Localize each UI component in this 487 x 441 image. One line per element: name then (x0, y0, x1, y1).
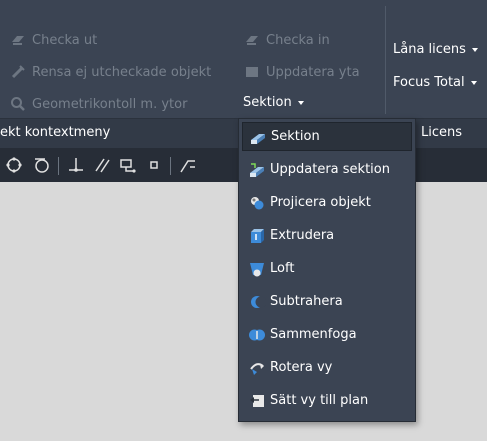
focus-total-label: Focus Total (393, 74, 465, 90)
subtract-icon (248, 293, 266, 311)
toolbar-separator (170, 157, 171, 175)
ribbon: Checka ut Rensa ej utcheckade objekt Geo… (0, 0, 487, 118)
borrow-license-dropdown[interactable]: Låna licens (393, 38, 478, 60)
menu-item-label: Loft (270, 261, 295, 276)
toolbar-separator (58, 157, 59, 175)
clear-uncheckout-label: Rensa ej utcheckade objekt (32, 64, 212, 80)
menu-item-label: Projicera objekt (270, 195, 371, 210)
sektion-label: Sektion (243, 94, 292, 110)
snap-perpendicular-icon[interactable] (66, 155, 86, 175)
menu-item-label: Subtrahera (270, 294, 343, 309)
menu-item-project-object[interactable]: Projicera objekt (242, 188, 412, 217)
snap-block-icon[interactable] (118, 155, 138, 175)
chevron-down-icon (297, 101, 304, 105)
snap-tangent-icon[interactable] (32, 155, 52, 175)
checkout-button[interactable]: Checka ut (10, 28, 97, 52)
borrow-license-label: Låna licens (393, 41, 466, 57)
clear-uncheckout-button[interactable]: Rensa ej utcheckade objekt (10, 60, 211, 84)
loft-icon (248, 260, 266, 278)
union-icon (248, 326, 266, 344)
sektion-dropdown-menu: Sektion Uppdatera sektion Projicera obje… (238, 118, 416, 422)
snap-parallel-icon[interactable] (92, 155, 112, 175)
ribbon-divider (385, 6, 386, 114)
menu-item-label: Sätt vy till plan (270, 393, 369, 408)
clear-icon (10, 64, 26, 80)
project-object-icon (248, 194, 266, 212)
checkin-button[interactable]: Checka in (244, 28, 330, 52)
menu-item-label: Rotera vy (270, 360, 333, 375)
panel-label-context-menu[interactable]: ekt kontextmeny (0, 125, 110, 140)
menu-item-update-section[interactable]: Uppdatera sektion (242, 155, 412, 184)
focus-total-dropdown[interactable]: Focus Total (393, 71, 477, 93)
menu-item-extrude[interactable]: Extrudera (242, 221, 412, 250)
checkout-icon (10, 32, 26, 48)
panel-label-license[interactable]: Licens (421, 125, 462, 140)
checkin-icon (244, 32, 260, 48)
menu-item-union[interactable]: Sammenfoga (242, 320, 412, 349)
update-surface-label: Uppdatera yta (266, 64, 360, 80)
sektion-dropdown-button[interactable]: Sektion (243, 91, 304, 113)
geometry-control-label: Geometrikontoll m. ytor (32, 96, 188, 112)
update-surface-button[interactable]: Uppdatera yta (244, 60, 360, 84)
magnifier-icon (10, 96, 26, 112)
menu-item-loft[interactable]: Loft (242, 254, 412, 283)
chevron-down-icon (470, 81, 477, 85)
set-view-plan-icon (248, 392, 266, 410)
menu-item-label: Sektion (271, 129, 320, 144)
extrude-icon (248, 227, 266, 245)
snap-point-icon[interactable] (144, 155, 164, 175)
menu-item-rotate-view[interactable]: Rotera vy (242, 353, 412, 382)
menu-item-set-view-plan[interactable]: Sätt vy till plan (242, 386, 412, 415)
checkout-label: Checka ut (32, 32, 98, 48)
snap-extension-icon[interactable] (178, 155, 198, 175)
menu-item-subtract[interactable]: Subtrahera (242, 287, 412, 316)
update-surface-icon (244, 64, 260, 80)
checkin-label: Checka in (266, 32, 330, 48)
update-section-icon (248, 161, 266, 179)
menu-item-sektion[interactable]: Sektion (242, 122, 412, 151)
chevron-down-icon (471, 48, 478, 52)
menu-item-label: Extrudera (270, 228, 335, 243)
section-icon (249, 128, 267, 146)
geometry-control-button[interactable]: Geometrikontoll m. ytor (10, 92, 187, 116)
menu-item-label: Sammenfoga (270, 327, 357, 342)
rotate-view-icon (248, 359, 266, 377)
menu-item-label: Uppdatera sektion (270, 162, 390, 177)
snap-node-icon[interactable] (4, 155, 24, 175)
